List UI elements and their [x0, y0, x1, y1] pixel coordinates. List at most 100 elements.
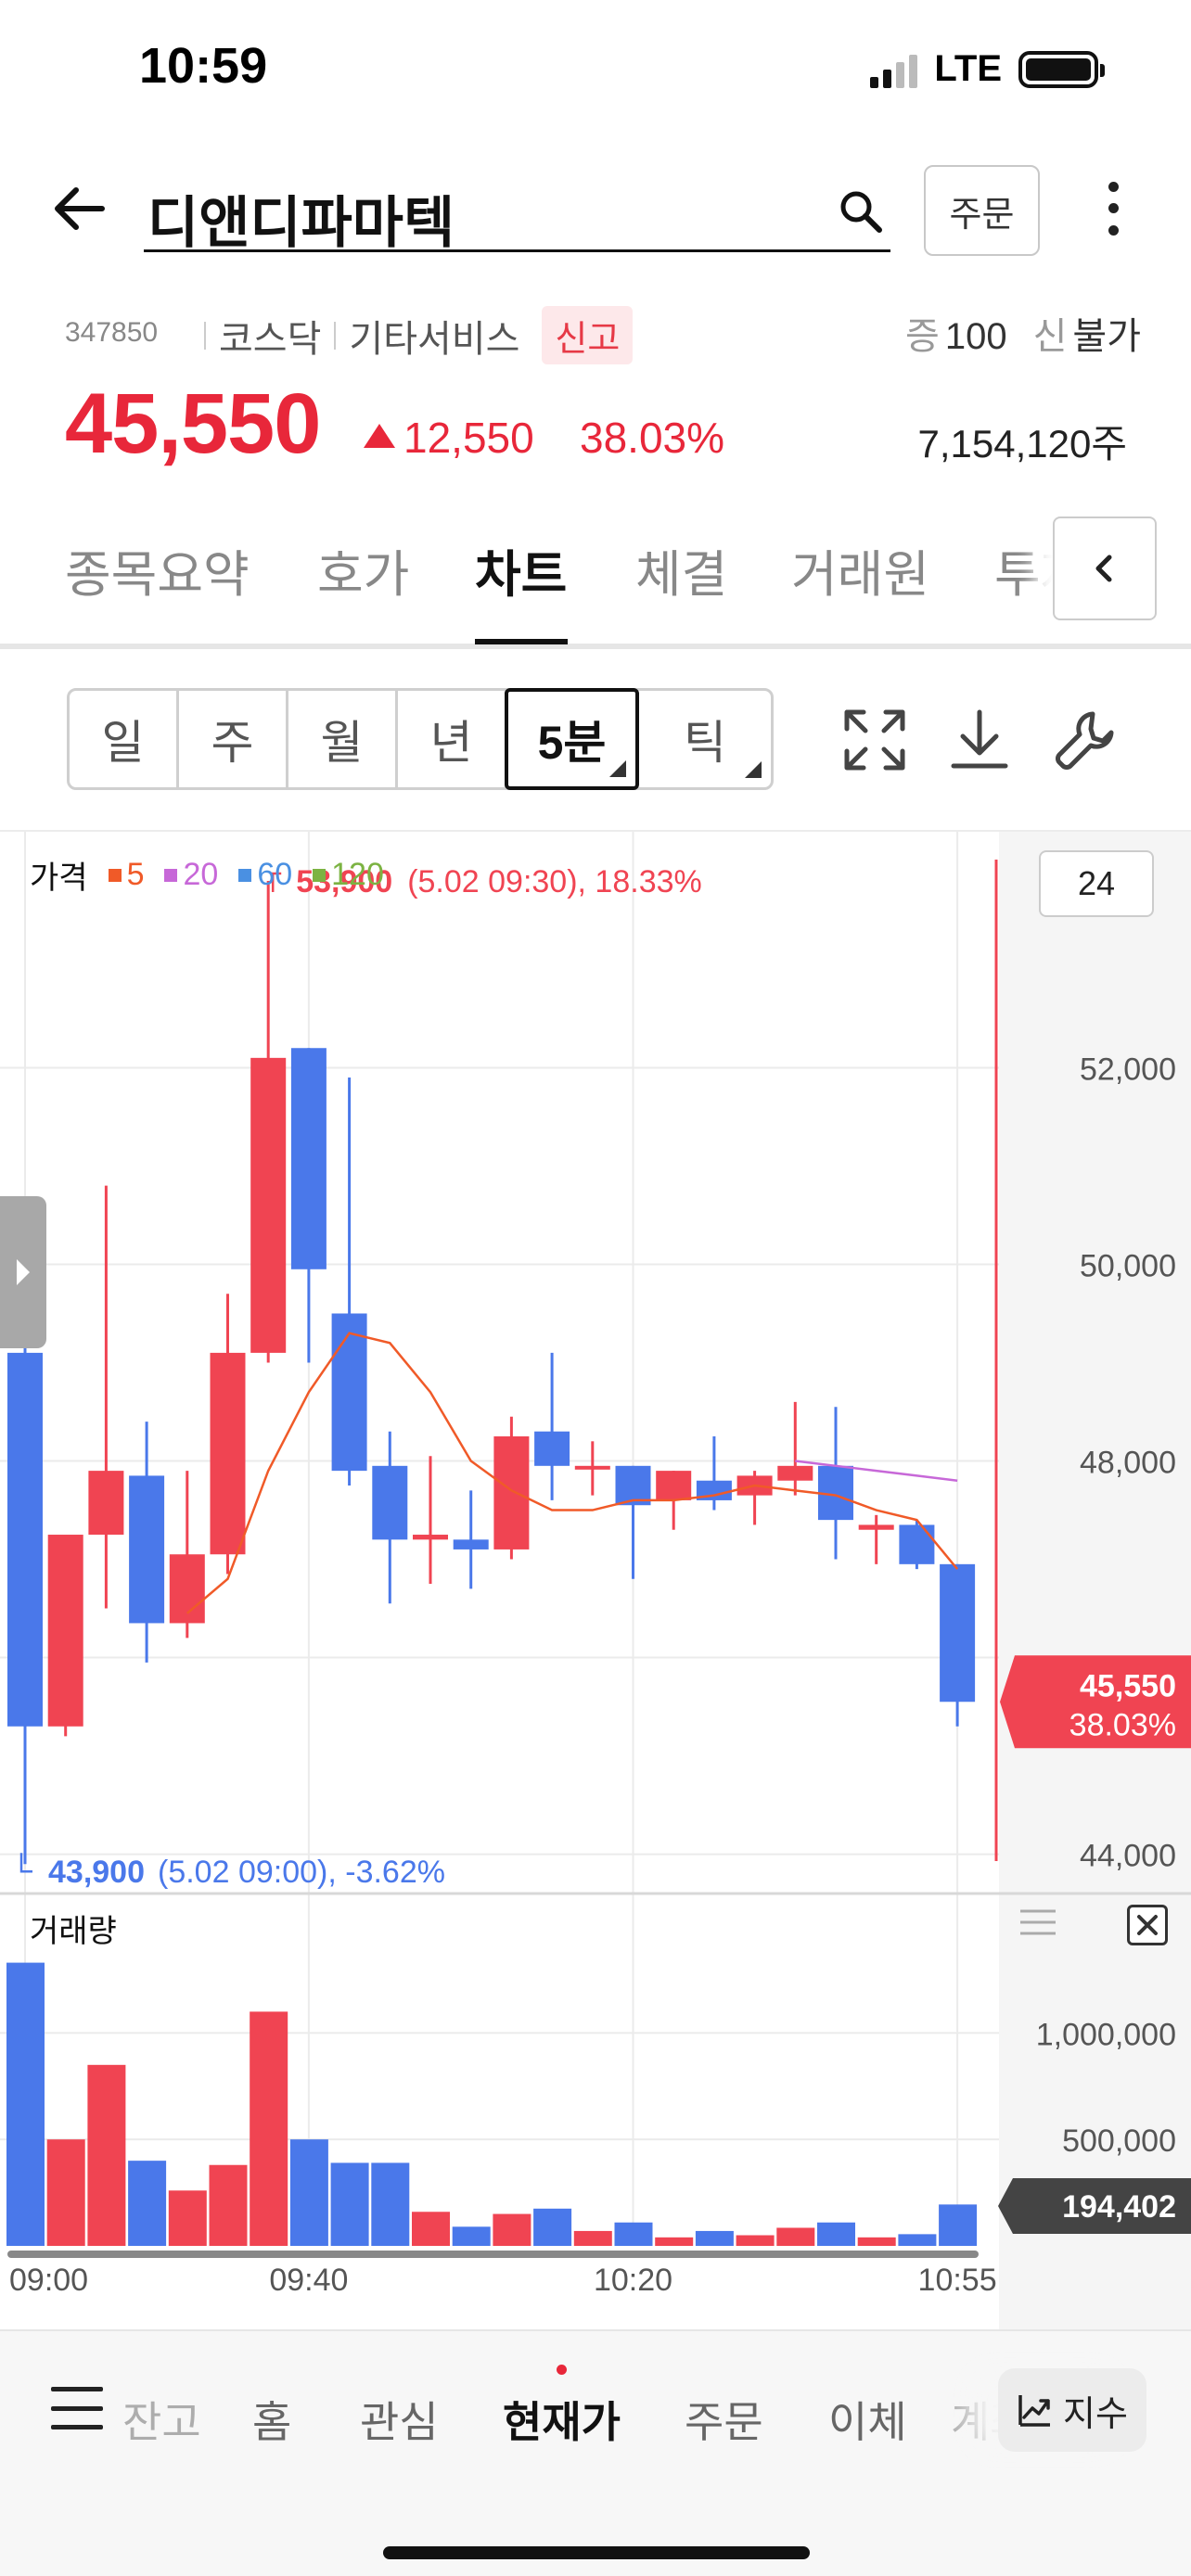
- time-tick-label: 10:20: [594, 2263, 672, 2298]
- trade-volume: 7,154,120주: [917, 422, 1128, 465]
- time-tick-label: 09:40: [269, 2263, 348, 2298]
- legend-ma120-label: 120: [331, 857, 384, 892]
- back-arrow-icon[interactable]: [46, 176, 111, 241]
- nav-order[interactable]: 주문: [685, 2389, 763, 2450]
- wrench-settings-icon[interactable]: [1050, 705, 1121, 775]
- tab-brokers[interactable]: 거래원: [791, 533, 929, 606]
- volume-bar: [330, 2162, 369, 2246]
- credit-label: 신: [1032, 316, 1068, 357]
- volume-menu-icon[interactable]: [1018, 1908, 1057, 1936]
- volume-bar: [371, 2162, 410, 2246]
- search-icon[interactable]: [835, 185, 887, 237]
- home-indicator: [383, 2546, 810, 2559]
- legend-swatch: [108, 868, 122, 882]
- tabs-collapse-button[interactable]: [1053, 516, 1157, 620]
- price-tick-label: 44,000: [1080, 1839, 1176, 1874]
- price-row: 45,550 12,550 38.03% 7,154,120주: [65, 376, 1127, 487]
- candle-body: [210, 1352, 246, 1555]
- app-header: 디앤디파마텍 주문: [0, 158, 1191, 269]
- candle-body: [453, 1539, 489, 1549]
- candlestick-chart[interactable]: 44,000 48,000 50,000 52,000 500,000 1,000,000…: [0, 832, 1191, 2334]
- candle-body: [899, 1524, 935, 1564]
- time-tick-label: 10:55: [918, 2263, 997, 2298]
- candle-body: [7, 1352, 43, 1727]
- hamburger-menu-icon[interactable]: [51, 2387, 103, 2429]
- price-tick-label: 48,000: [1080, 1446, 1176, 1481]
- legend-ma5[interactable]: 5: [108, 857, 145, 893]
- period-5min[interactable]: 5분: [505, 688, 639, 790]
- price-tick-label: 52,000: [1080, 1052, 1176, 1087]
- volume-bar: [898, 2234, 937, 2246]
- legend-ma60[interactable]: 60: [238, 857, 292, 893]
- period-day[interactable]: 일: [70, 691, 179, 787]
- dropdown-corner-icon: [745, 761, 762, 778]
- time-scrollbar: [7, 2251, 979, 2258]
- bottom-navigation: 잔고 홈 관심 현재가 주문 이체 계좌 지수: [0, 2329, 1191, 2576]
- candle-body: [129, 1475, 165, 1624]
- legend-ma20-label: 20: [183, 857, 219, 892]
- volume-bar: [857, 2237, 896, 2246]
- period-month[interactable]: 월: [288, 691, 398, 787]
- volume-bar: [614, 2222, 653, 2246]
- volume-bar: [493, 2213, 531, 2246]
- tab-orderbook[interactable]: 호가: [317, 533, 409, 606]
- volume-tick-label: 1,000,000: [1036, 2017, 1176, 2052]
- candle-body: [372, 1465, 408, 1540]
- legend-ma5-label: 5: [126, 857, 145, 892]
- period-tick[interactable]: 틱: [639, 691, 771, 787]
- stock-name: 디앤디파마텍: [147, 192, 455, 254]
- legend-ma120[interactable]: 120: [313, 857, 384, 893]
- period-year[interactable]: 년: [398, 691, 507, 787]
- margin-value: 100: [944, 316, 1007, 357]
- nav-current-price[interactable]: 현재가: [503, 2389, 621, 2450]
- volume-bar: [289, 2139, 328, 2246]
- order-button[interactable]: 주문: [924, 165, 1040, 256]
- tab-chart[interactable]: 차트: [475, 533, 567, 606]
- credit-value: 불가: [1072, 316, 1141, 357]
- market-label: 코스닥: [219, 318, 322, 360]
- volume-close-button[interactable]: [1127, 1905, 1168, 1945]
- nav-home[interactable]: 홈: [252, 2389, 291, 2450]
- period-5min-label: 5분: [537, 717, 607, 769]
- chevron-left-icon: [1095, 555, 1112, 582]
- volume-bar: [250, 2011, 288, 2246]
- candle-body: [290, 1048, 327, 1269]
- legend-price-label: 가격: [30, 861, 88, 896]
- stock-search-field[interactable]: 디앤디파마텍: [144, 167, 890, 254]
- nav-balance[interactable]: 잔고: [122, 2389, 201, 2450]
- close-icon: [1137, 1915, 1158, 1935]
- stock-info-row: 347850 코스닥 기타서비스 신고 증 100 신 불가: [65, 306, 1141, 364]
- tab-summary[interactable]: 종목요약: [65, 533, 250, 606]
- candle-body: [47, 1535, 83, 1727]
- period-tick-label: 틱: [684, 717, 726, 769]
- current-price-badge-percent: 38.03%: [1069, 1707, 1176, 1742]
- current-volume-badge-value: 194,402: [1062, 2189, 1176, 2225]
- nav-watchlist[interactable]: 관심: [360, 2389, 439, 2450]
- up-triangle-icon: [364, 424, 395, 448]
- more-options-icon[interactable]: [1095, 176, 1132, 241]
- volume-bar: [87, 2064, 126, 2246]
- current-price: 45,550: [65, 376, 321, 471]
- chart-side-handle[interactable]: [0, 1196, 46, 1348]
- legend-ma20[interactable]: 20: [164, 857, 218, 893]
- tab-trades[interactable]: 체결: [635, 533, 727, 606]
- download-icon[interactable]: [944, 705, 1015, 775]
- nav-transfer[interactable]: 이체: [828, 2389, 907, 2450]
- legend-ma60-label: 60: [257, 857, 293, 892]
- volume-bar: [939, 2204, 978, 2246]
- price-change: 12,550: [403, 414, 534, 462]
- period-week[interactable]: 주: [179, 691, 288, 787]
- chart-count-input[interactable]: 24: [1039, 850, 1154, 917]
- price-change-percent: 38.03%: [580, 414, 725, 462]
- stock-code: 347850: [65, 317, 159, 348]
- chart-area[interactable]: 44,000 48,000 50,000 52,000 500,000 1,000,000…: [0, 830, 1191, 2334]
- index-button[interactable]: 지수: [998, 2368, 1146, 2452]
- current-price-badge-value: 45,550: [1080, 1668, 1176, 1703]
- volume-bar: [533, 2208, 572, 2246]
- volume-bar: [776, 2227, 815, 2246]
- volume-bar: [736, 2235, 775, 2246]
- battery-icon: [1018, 50, 1105, 88]
- fullscreen-icon[interactable]: [839, 705, 910, 775]
- high-annotation-detail: (5.02 09:30), 18.33%: [407, 864, 702, 899]
- candle-body: [656, 1471, 692, 1500]
